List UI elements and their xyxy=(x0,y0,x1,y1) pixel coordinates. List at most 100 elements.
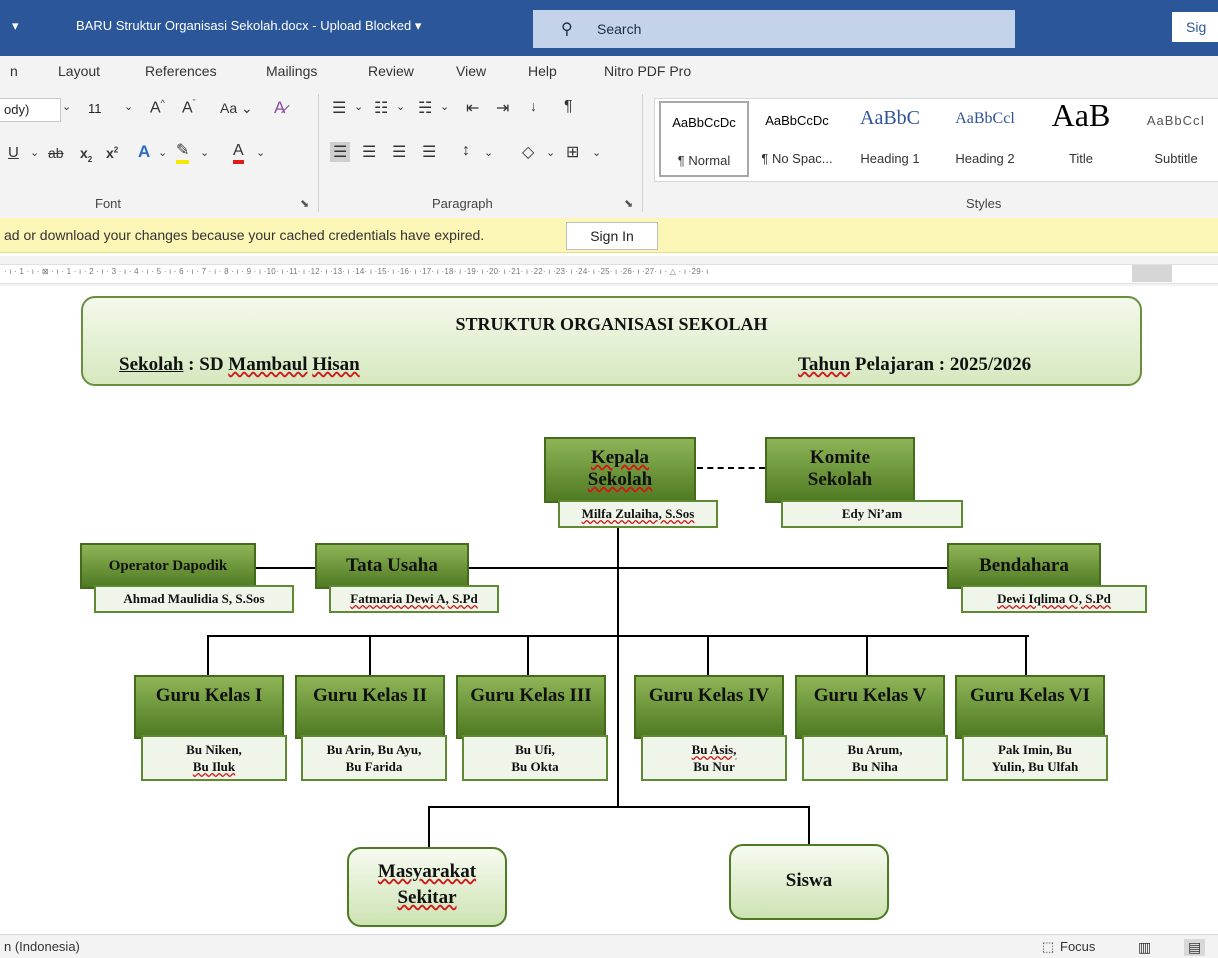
shading-icon[interactable]: ◇ xyxy=(522,142,534,162)
title-bar: ▾ BARU Struktur Organisasi Sekolah.docx … xyxy=(0,0,1218,56)
shrink-font-icon[interactable]: Aˇ xyxy=(182,98,196,117)
message-sign-in-button[interactable]: Sign In xyxy=(566,222,658,250)
focus-button[interactable]: Focus xyxy=(1060,939,1095,954)
org-title: STRUKTUR ORGANISASI SEKOLAH xyxy=(455,314,768,334)
guru-kelas-1-name-box: Bu Niken, Bu Iluk xyxy=(141,735,287,781)
guru-kelas-1-name-2: Bu Iluk xyxy=(192,759,236,774)
paragraph-group-label: Paragraph xyxy=(432,196,493,211)
highlight-dropdown-icon[interactable]: ⌄ xyxy=(200,146,209,159)
paragraph-dialog-launcher-icon[interactable]: ⬊ xyxy=(624,197,633,210)
search-box[interactable]: ⚲ Search xyxy=(533,10,1015,48)
style-preview: AaBbCcDc xyxy=(672,115,736,130)
subscript-icon[interactable]: x2 xyxy=(80,145,92,164)
shading-dropdown-icon[interactable]: ⌄ xyxy=(546,146,555,159)
year-line: Tahun Pelajaran : 2025/2026 xyxy=(798,354,1031,376)
align-center-icon[interactable]: ☰ xyxy=(362,142,376,162)
guru-kelas-1-box: Guru Kelas I xyxy=(134,675,284,739)
read-mode-icon[interactable]: ▥ xyxy=(1138,939,1151,956)
tab-mailings[interactable]: Mailings xyxy=(266,63,317,79)
font-dialog-launcher-icon[interactable]: ⬊ xyxy=(300,197,309,210)
year-value: Pelajaran : 2025/2026 xyxy=(850,354,1032,375)
borders-dropdown-icon[interactable]: ⌄ xyxy=(592,146,601,159)
document-title[interactable]: BARU Struktur Organisasi Sekolah.docx - … xyxy=(76,18,421,34)
numbering-dropdown-icon[interactable]: ⌄ xyxy=(396,100,405,113)
tab-help[interactable]: Help xyxy=(528,63,557,79)
change-case-icon[interactable]: Aa ⌄ xyxy=(220,100,253,117)
operator-dapodik-title: Operator Dapodik xyxy=(108,558,228,574)
sign-in-button[interactable]: Sig xyxy=(1172,12,1218,42)
komite-sekolah-name-box: Edy Ni’am xyxy=(781,500,963,528)
text-effects-dropdown-icon[interactable]: ⌄ xyxy=(158,146,167,159)
focus-icon[interactable]: ⬚ xyxy=(1042,939,1054,955)
style-title[interactable]: AaB Title xyxy=(1033,97,1129,177)
highlight-icon[interactable]: ✎ xyxy=(176,142,190,164)
horizontal-ruler[interactable]: · ı · 1 · ı · ⊠ · ı · 1 · ı · 2 · ı · 3 … xyxy=(0,256,1218,286)
connector-line xyxy=(808,806,810,844)
font-group-label: Font xyxy=(95,196,122,211)
guru-kelas-5-name-2: Bu Niha xyxy=(852,759,898,774)
multilevel-list-icon[interactable]: ☵ xyxy=(418,98,432,118)
superscript-icon[interactable]: x2 xyxy=(106,145,118,161)
font-color-dropdown-icon[interactable]: ⌄ xyxy=(256,146,265,159)
bullets-icon[interactable]: ☰ xyxy=(332,98,346,118)
clear-formatting-icon[interactable]: A̷ xyxy=(274,98,285,118)
search-label: Search xyxy=(597,21,642,37)
guru-kelas-5-name-1: Bu Arum, xyxy=(847,742,903,757)
guru-kelas-3-name-2: Bu Okta xyxy=(511,759,559,774)
line-spacing-dropdown-icon[interactable]: ⌄ xyxy=(484,146,493,159)
strikethrough-icon[interactable]: ab xyxy=(48,145,64,161)
underline-icon[interactable]: U xyxy=(8,144,19,161)
grow-font-icon[interactable]: A^ xyxy=(150,98,165,117)
numbering-icon[interactable]: ☷ xyxy=(374,98,388,118)
connector-line xyxy=(866,635,868,675)
style-no-spacing[interactable]: AaBbCcDc ¶ No Spac... xyxy=(751,101,843,177)
text-effects-icon[interactable]: A xyxy=(138,142,150,162)
tab-references[interactable]: References xyxy=(145,63,217,79)
masyarakat-sekitar-title: Masyarakat Sekitar xyxy=(377,861,477,908)
separator xyxy=(642,94,643,212)
tab-nitro-pdf[interactable]: Nitro PDF Pro xyxy=(604,63,691,79)
align-left-icon[interactable]: ☰ xyxy=(330,142,351,162)
guru-kelas-2-name-box: Bu Arin, Bu Ayu, Bu Farida xyxy=(301,735,447,781)
year-label: Tahun xyxy=(798,354,851,375)
language-indicator[interactable]: n (Indonesia) xyxy=(4,939,80,954)
bullets-dropdown-icon[interactable]: ⌄ xyxy=(354,100,363,113)
borders-icon[interactable]: ⊞ xyxy=(566,142,579,162)
font-color-icon[interactable]: A xyxy=(233,142,244,164)
tab-file[interactable]: n xyxy=(10,63,18,79)
tab-view[interactable]: View xyxy=(456,63,486,79)
message-text: ad or download your changes because your… xyxy=(4,227,485,243)
guru-kelas-4-name-box: Bu Asis, Bu Nur xyxy=(641,735,787,781)
guru-kelas-2-box: Guru Kelas II xyxy=(295,675,445,739)
line-spacing-icon[interactable]: ↕ xyxy=(462,142,470,160)
decrease-indent-icon[interactable]: ⇤ xyxy=(466,98,479,118)
font-size-field[interactable]: 11 xyxy=(78,98,128,120)
print-layout-icon[interactable]: ▤ xyxy=(1184,939,1206,956)
style-heading-2[interactable]: AaBbCcl Heading 2 xyxy=(939,101,1031,177)
guru-kelas-3-name-box: Bu Ufi, Bu Okta xyxy=(462,735,608,781)
underline-dropdown-icon[interactable]: ⌄ xyxy=(30,146,39,159)
style-subtitle[interactable]: AaBbCcI Subtitle xyxy=(1133,101,1218,177)
quick-access-dropdown-icon[interactable]: ▾ xyxy=(12,18,19,34)
style-heading-1[interactable]: AaBbC Heading 1 xyxy=(845,101,935,177)
font-name-field[interactable]: ody) xyxy=(0,98,61,122)
tata-usaha-title: Tata Usaha xyxy=(346,555,438,576)
sort-icon[interactable]: ↓ xyxy=(530,98,537,114)
school-name-part: Mambaul xyxy=(228,354,308,375)
multilevel-dropdown-icon[interactable]: ⌄ xyxy=(440,100,449,113)
tab-review[interactable]: Review xyxy=(368,63,414,79)
increase-indent-icon[interactable]: ⇥ xyxy=(496,98,509,118)
justify-icon[interactable]: ☰ xyxy=(422,142,436,162)
styles-group-label: Styles xyxy=(966,196,1002,211)
guru-kelas-1-title: Guru Kelas I xyxy=(155,685,263,706)
ruler-numbers: · ı · 1 · ı · ⊠ · ı · 1 · ı · 2 · ı · 3 … xyxy=(4,267,709,276)
operator-dapodik-name: Ahmad Maulidia S, S.Sos xyxy=(123,591,265,606)
connector-line xyxy=(207,635,1029,637)
align-right-icon[interactable]: ☰ xyxy=(392,142,406,162)
style-normal[interactable]: AaBbCcDc ¶ Normal xyxy=(659,101,749,177)
style-label: Title xyxy=(1068,151,1094,166)
show-formatting-icon[interactable]: ¶ xyxy=(564,98,573,116)
font-name-dropdown-icon[interactable]: ⌄ xyxy=(62,100,71,113)
tab-layout[interactable]: Layout xyxy=(58,63,100,79)
font-size-dropdown-icon[interactable]: ⌄ xyxy=(124,100,133,113)
